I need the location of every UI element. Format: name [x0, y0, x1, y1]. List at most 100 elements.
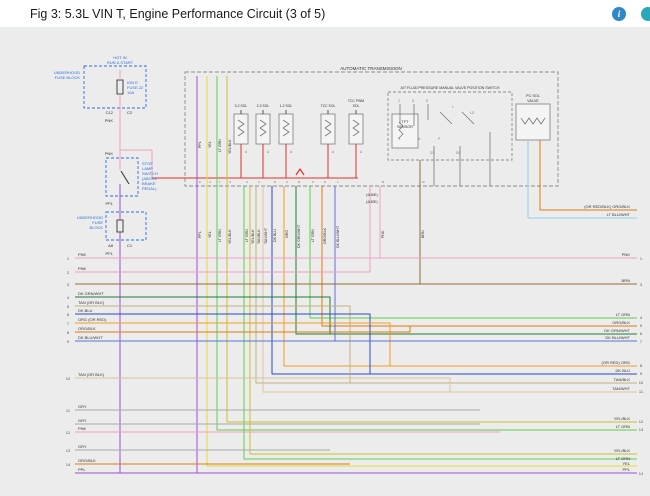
wire-label: TAN (OR BLK): [78, 372, 105, 377]
wire-label: A: [267, 150, 270, 154]
wire-label: 10: [639, 380, 644, 385]
fuse-symbol-1: [117, 80, 123, 94]
titlebar: Fig 3: 5.3L VIN T, Engine Performance Ci…: [0, 0, 650, 28]
wire-label: PPL: [198, 141, 202, 148]
wire-label: LT GRN: [245, 229, 249, 242]
wire-label: 12: [66, 430, 71, 435]
wire-label: PPL: [622, 467, 630, 472]
wire-label: (OR RED/BLK) ORG/BLK: [584, 204, 630, 209]
wire-label: 7: [67, 321, 70, 326]
wire-label: TAN/BLK: [614, 377, 631, 382]
tan-left-5: [75, 306, 350, 383]
wire-label: A: [209, 180, 211, 184]
wire-label: D4: [456, 151, 460, 155]
wire-label: 11: [66, 408, 71, 413]
wire-label: LT GRN: [311, 229, 315, 242]
wire-label: YEL/BLK: [228, 229, 232, 244]
dkgrnwht-left: [75, 297, 330, 334]
solenoid-1-2: [279, 114, 293, 144]
wire-label: LT GRN: [616, 312, 630, 317]
wire-label: PNK: [381, 230, 385, 238]
wire-label: N: [324, 180, 326, 184]
wire-label: LT GRN: [218, 139, 222, 152]
fuse-symbol-2: [117, 220, 123, 232]
wire-label: (4L60E): [366, 193, 378, 197]
wire-label: TCC SOL: [321, 104, 336, 108]
wire-label: 11: [639, 389, 644, 394]
wire-label: 8: [67, 330, 70, 335]
wire-label: YEL/BLK: [614, 448, 631, 453]
wire-label: 5: [67, 304, 70, 309]
wire-label: 14: [66, 462, 71, 467]
wire-label: A8: [108, 243, 114, 248]
wire-label: GRY: [78, 418, 87, 423]
wire-label: TAN/WHT: [612, 386, 630, 391]
wire-label: LT BLU/WHT: [607, 212, 631, 217]
wire-label: YEL: [208, 231, 212, 238]
wire-label: DK GRN/WHT: [297, 224, 301, 248]
wire-label: DK BLU/WHT: [336, 225, 340, 248]
wire-label: E: [199, 180, 201, 184]
info-glyph: i: [618, 9, 621, 19]
wire-label: A: [360, 150, 363, 154]
wire-label: GRY: [78, 404, 87, 409]
wire-label: C: [398, 99, 401, 103]
wire-label: YEL/BLK: [251, 229, 255, 244]
wire-label: A: [290, 150, 293, 154]
wire-label: LT GRN: [616, 424, 630, 429]
wire-label: U: [246, 180, 248, 184]
wire-label: 3-2 SOL: [235, 104, 248, 108]
wire-label: DK BLU/WHT: [605, 335, 630, 340]
org-drop: [284, 186, 637, 366]
wire-label: V: [258, 180, 260, 184]
switch-blade-1: [440, 112, 452, 124]
diagram-canvas: HOT INRUN & STARTUNDERHOODFUSE BLOCKIGN …: [0, 28, 650, 496]
solenoid-3-2: [234, 114, 248, 144]
pc-sol-valve-box: [516, 104, 550, 140]
solenoid-tcc-pwm: [349, 114, 363, 144]
wire-label: 4: [640, 315, 643, 320]
wire-label: PNK: [105, 118, 114, 123]
switch-blade: [121, 171, 129, 184]
wire-label: C12: [106, 110, 114, 115]
wire-label: PPL: [105, 251, 113, 256]
wire-label: PNK: [622, 252, 631, 257]
wire-label: M: [422, 180, 425, 184]
dkblu-drop: [272, 186, 637, 374]
wire-label: E: [426, 99, 428, 103]
org-left-7: [75, 323, 390, 366]
wire-label: 9: [640, 371, 643, 376]
wire-label: 10: [66, 376, 71, 381]
wire-label: PNK: [78, 252, 87, 257]
wire-label: DK GRN/WHT: [78, 291, 104, 296]
wire-label: 5: [640, 323, 643, 328]
wire-label: 14: [639, 471, 644, 476]
wire-label: TAN/BLK: [257, 229, 261, 244]
info-icon[interactable]: i: [612, 7, 626, 21]
wire-label: ORG/BLK: [78, 458, 96, 463]
wire-label: 13: [66, 448, 71, 453]
wire-label: PPL: [198, 231, 202, 238]
wire-label: 7: [640, 339, 643, 344]
secondary-action-icon[interactable]: [641, 7, 650, 21]
orgblk-top-right: [540, 140, 637, 210]
wire-label: LT GRN: [218, 229, 222, 242]
wire-label: FUSE BLOCK: [55, 75, 81, 80]
wire-label: A: [245, 150, 248, 154]
wire-label: 6: [67, 312, 70, 317]
wire-label: N: [418, 137, 421, 141]
wire-label: DK BLU/WHT: [78, 335, 103, 340]
wire-label: S: [229, 180, 231, 184]
wire-label: L: [452, 105, 454, 109]
wire-label: A/T FLUID PRESSURE MANUAL VALVE POSITION…: [401, 86, 500, 90]
wire-label: 6: [640, 331, 643, 336]
wire-label: LO: [470, 111, 475, 115]
wire-label: TCC PWM: [348, 99, 364, 103]
wire-label: P: [438, 137, 440, 141]
wire-label: DK BLU: [78, 308, 93, 313]
wire-label: D: [412, 99, 415, 103]
tanwht-drop: [263, 186, 637, 392]
wire-label: 3: [67, 282, 70, 287]
wire-label: 1-2 SOL: [280, 104, 293, 108]
wire-label: BLOCK: [89, 225, 103, 230]
